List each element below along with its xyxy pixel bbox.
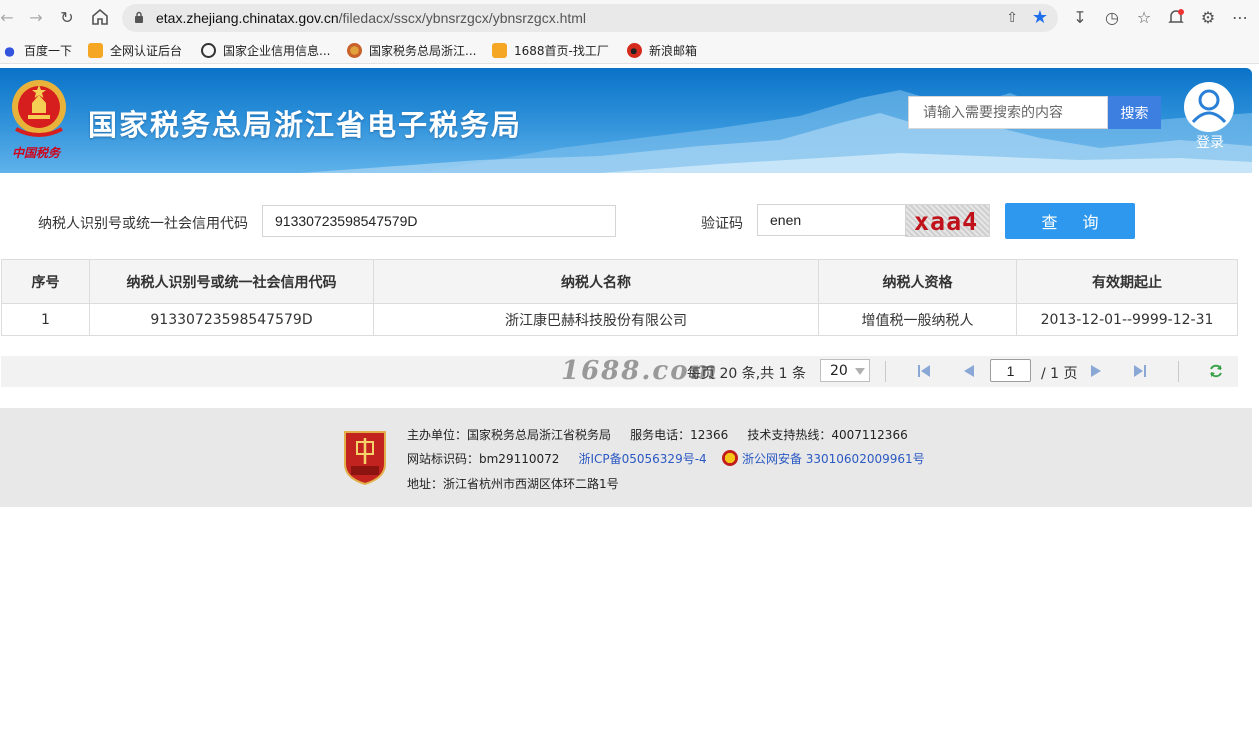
captcha-label: 验证码 [701, 216, 743, 232]
footer-line-3: 地址：浙江省杭州市西湖区体环二路1号 [407, 475, 619, 492]
police-badge-icon [721, 450, 738, 466]
captcha-input[interactable] [757, 204, 905, 236]
page-size-select[interactable]: 20 [820, 359, 870, 382]
bookmark-label: 百度一下 [24, 43, 73, 58]
query-button[interactable]: 查 询 [1005, 203, 1135, 239]
site-header: 中国税务 国家税务总局浙江省电子税务局 搜索 登录 [0, 68, 1252, 173]
footer-site-id: 网站标识码：bm29110072 [407, 452, 560, 466]
alibaba-icon [492, 42, 507, 58]
total-pages: / 1 页 [1041, 366, 1078, 382]
prev-page-icon[interactable] [961, 363, 977, 379]
weibo-icon [627, 42, 642, 58]
footer-support-hotline: 技术支持热线：4007112366 [747, 428, 908, 442]
history-icon[interactable]: ◷ [1102, 8, 1122, 28]
site-footer: 主办单位：国家税务总局浙江省税务局 服务电话：12366 技术支持热线：4007… [0, 408, 1252, 507]
refresh-icon[interactable] [1208, 363, 1224, 379]
last-page-icon[interactable] [1132, 363, 1148, 379]
forward-icon[interactable]: → [26, 8, 46, 28]
star-icon[interactable]: ★ [1032, 7, 1048, 28]
emblem-text: 中国税务 [12, 146, 61, 160]
table-row: 1 91330723598547579D 浙江康巴赫科技股份有限公司 增值税一般… [1, 303, 1238, 336]
download-icon[interactable]: ↧ [1070, 8, 1090, 28]
bookmarks-bar: 百度一下 全网认证后台 国家企业信用信息... 国家税务总局浙江... 1688… [0, 36, 1259, 64]
bookmark-label: 新浪邮箱 [649, 43, 698, 58]
share-icon[interactable]: ⇧ [1006, 10, 1018, 26]
tax-id-label: 纳税人识别号或统一社会信用代码 [38, 216, 248, 232]
site-search-button[interactable]: 搜索 [1108, 96, 1161, 129]
alibaba-icon [88, 42, 103, 58]
tax-id-input[interactable] [262, 205, 616, 237]
url-text: etax.zhejiang.chinatax.gov.cn/filedacx/s… [156, 10, 587, 26]
current-page-input[interactable] [990, 359, 1031, 382]
lock-icon [135, 11, 143, 23]
cell-validity: 2013-12-01--9999-12-31 [1016, 303, 1238, 336]
pagination-bar: 1688.com 每页 20 条,共 1 条 20 / 1 页 [1, 356, 1238, 387]
favorites-icon[interactable]: ☆ [1134, 8, 1154, 28]
bookmark-tax-zhejiang[interactable]: 国家税务总局浙江... [347, 41, 476, 59]
captcha-image[interactable]: xaa4 [905, 204, 990, 237]
cell-tax-id: 91330723598547579D [89, 303, 374, 336]
page-size-value: 20 [830, 363, 848, 379]
footer-police-link[interactable]: 浙公网安备 33010602009961号 [742, 452, 925, 466]
first-page-icon[interactable] [916, 363, 932, 379]
result-table: 序号 纳税人识别号或统一社会信用代码 纳税人名称 纳税人资格 有效期起止 1 9… [1, 259, 1238, 336]
cell-name: 浙江康巴赫科技股份有限公司 [373, 303, 819, 336]
column-header-index: 序号 [1, 259, 90, 304]
captcha-image-text: xaa4 [914, 207, 979, 236]
bookmark-credit-info[interactable]: 国家企业信用信息... [201, 41, 330, 59]
cell-qualification: 增值税一般纳税人 [818, 303, 1017, 336]
footer-line-2: 网站标识码：bm29110072 浙ICP备05056329号-4 浙公网安备 … [407, 450, 925, 467]
column-header-qualification: 纳税人资格 [818, 259, 1017, 304]
cell-index: 1 [1, 303, 90, 336]
bookmark-sina-mail[interactable]: 新浪邮箱 [627, 41, 697, 59]
site-search-input[interactable] [908, 96, 1108, 129]
tax-emblem-icon [347, 42, 362, 58]
government-badge-icon[interactable] [341, 428, 389, 486]
bookmark-label: 全网认证后台 [110, 43, 183, 58]
pager-divider [1178, 361, 1179, 382]
pager-divider [885, 361, 886, 382]
footer-icp-link[interactable]: 浙ICP备05056329号-4 [578, 452, 706, 466]
reload-icon[interactable]: ↻ [57, 8, 77, 28]
globe-icon [201, 42, 216, 58]
next-page-icon[interactable] [1088, 363, 1104, 379]
column-header-validity: 有效期起止 [1016, 259, 1238, 304]
bookmark-label: 国家企业信用信息... [223, 43, 331, 58]
address-bar[interactable]: etax.zhejiang.chinatax.gov.cn/filedacx/s… [122, 4, 1058, 32]
login-link[interactable]: 登录 [1196, 132, 1224, 152]
site-title: 国家税务总局浙江省电子税务局 [88, 108, 523, 142]
column-header-tax-id: 纳税人识别号或统一社会信用代码 [89, 259, 374, 304]
more-icon[interactable]: ⋯ [1230, 8, 1250, 28]
user-icon[interactable] [1184, 82, 1234, 132]
notifications-icon[interactable] [1166, 8, 1186, 28]
table-header-row: 序号 纳税人识别号或统一社会信用代码 纳税人名称 纳税人资格 有效期起止 [1, 259, 1238, 304]
footer-address: 地址：浙江省杭州市西湖区体环二路1号 [407, 477, 619, 491]
footer-line-1: 主办单位：国家税务总局浙江省税务局 服务电话：12366 技术支持热线：4007… [407, 426, 908, 443]
home-icon[interactable] [90, 8, 110, 28]
browser-toolbar: ← → ↻ etax.zhejiang.chinatax.gov.cn/file… [0, 0, 1259, 36]
extensions-icon[interactable]: ⚙ [1198, 8, 1218, 28]
bookmark-auth-backend[interactable]: 全网认证后台 [88, 41, 182, 59]
footer-sponsor: 主办单位：国家税务总局浙江省税务局 [407, 428, 612, 442]
bookmark-1688[interactable]: 1688首页-找工厂 [492, 41, 609, 59]
chevron-down-icon [855, 368, 865, 375]
footer-service-phone: 服务电话：12366 [630, 428, 729, 442]
bookmark-label: 1688首页-找工厂 [514, 43, 609, 58]
baidu-icon [2, 42, 17, 58]
national-emblem-icon [12, 80, 66, 137]
column-header-name: 纳税人名称 [373, 259, 819, 304]
bookmark-label: 国家税务总局浙江... [369, 43, 477, 58]
bookmark-baidu[interactable]: 百度一下 [2, 41, 72, 59]
back-icon[interactable]: ← [0, 8, 17, 28]
pager-info: 每页 20 条,共 1 条 [687, 366, 806, 382]
